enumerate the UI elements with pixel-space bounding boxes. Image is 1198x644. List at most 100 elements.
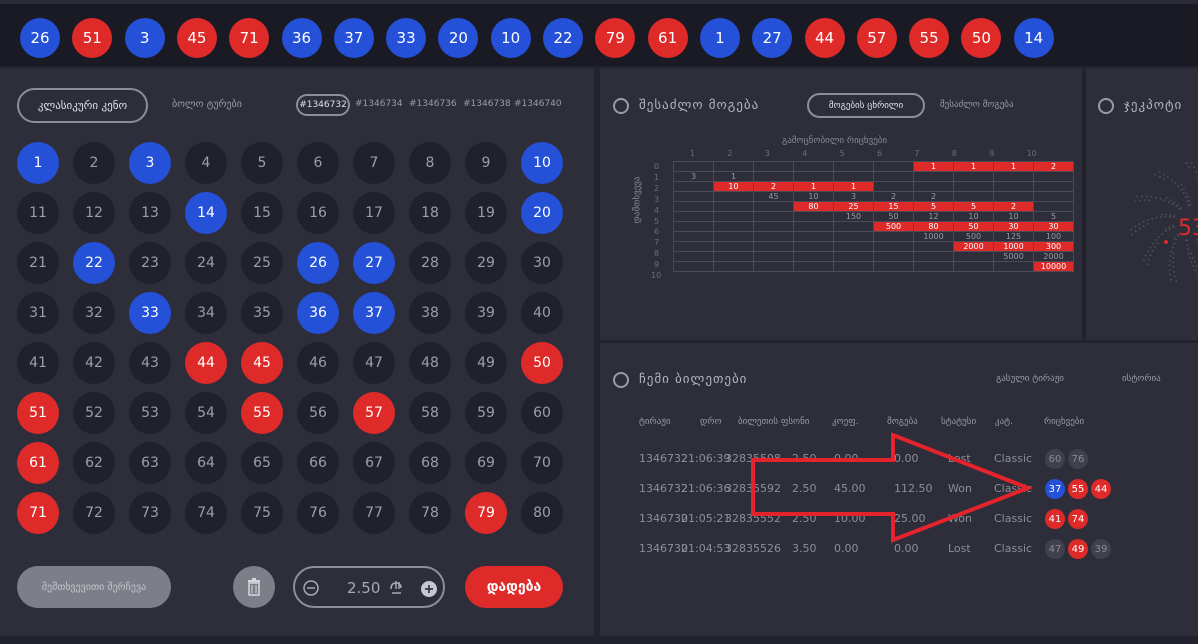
board-number[interactable]: 72	[73, 492, 115, 534]
jackpot-radio[interactable]	[1098, 98, 1114, 114]
board-number[interactable]: 59	[465, 392, 507, 434]
board-number[interactable]: 7	[353, 142, 395, 184]
board-number[interactable]: 76	[297, 492, 339, 534]
board-number[interactable]: 63	[129, 442, 171, 484]
board-number[interactable]: 73	[129, 492, 171, 534]
board-number[interactable]: 5	[241, 142, 283, 184]
board-number[interactable]: 56	[297, 392, 339, 434]
board-number[interactable]: 62	[73, 442, 115, 484]
minus-icon[interactable]	[303, 580, 319, 596]
board-number[interactable]: 11	[17, 192, 59, 234]
board-number[interactable]: 46	[297, 342, 339, 384]
board-number[interactable]: 6	[297, 142, 339, 184]
board-number[interactable]: 47	[353, 342, 395, 384]
board-number[interactable]: 14	[185, 192, 227, 234]
board-number[interactable]: 79	[465, 492, 507, 534]
place-bet-button[interactable]: დადება	[465, 566, 563, 608]
board-number[interactable]: 36	[297, 292, 339, 334]
board-number[interactable]: 57	[353, 392, 395, 434]
board-number[interactable]: 24	[185, 242, 227, 284]
board-number[interactable]: 29	[465, 242, 507, 284]
board-number[interactable]: 15	[241, 192, 283, 234]
board-number[interactable]: 16	[297, 192, 339, 234]
paytable-tab[interactable]: მოგების ცხრილი	[807, 93, 925, 118]
board-number[interactable]: 19	[465, 192, 507, 234]
board-number[interactable]: 49	[465, 342, 507, 384]
board-number[interactable]: 33	[129, 292, 171, 334]
board-number[interactable]: 77	[353, 492, 395, 534]
last-draw-tab[interactable]: გასული ტირაჟი	[996, 374, 1064, 384]
board-number[interactable]: 75	[241, 492, 283, 534]
board-number[interactable]: 54	[185, 392, 227, 434]
board-number[interactable]: 66	[297, 442, 339, 484]
board-number[interactable]: 12	[73, 192, 115, 234]
board-number[interactable]: 51	[17, 392, 59, 434]
board-number[interactable]: 1	[17, 142, 59, 184]
board-number[interactable]: 25	[241, 242, 283, 284]
board-number[interactable]: 80	[521, 492, 563, 534]
plus-icon[interactable]	[421, 581, 437, 597]
board-number[interactable]: 20	[521, 192, 563, 234]
board-number[interactable]: 21	[17, 242, 59, 284]
board-number[interactable]: 52	[73, 392, 115, 434]
history-tab[interactable]: ისტორია	[1122, 374, 1161, 384]
board-number[interactable]: 4	[185, 142, 227, 184]
board-number[interactable]: 26	[297, 242, 339, 284]
board-number[interactable]: 44	[185, 342, 227, 384]
draw-tab[interactable]: #1346736	[409, 99, 457, 109]
board-number[interactable]: 60	[521, 392, 563, 434]
board-number[interactable]: 78	[409, 492, 451, 534]
draw-tab[interactable]: #1346732	[296, 94, 350, 116]
classic-keno-button[interactable]: კლასიკური კენო	[17, 88, 148, 123]
board-number[interactable]: 48	[409, 342, 451, 384]
clear-button[interactable]	[233, 566, 275, 608]
board-number[interactable]: 17	[353, 192, 395, 234]
stake-value[interactable]: 2.50	[347, 579, 380, 597]
draw-tab[interactable]: #1346738	[463, 99, 511, 109]
board-number[interactable]: 58	[409, 392, 451, 434]
paytable-radio[interactable]	[613, 98, 629, 114]
possible-win-tab[interactable]: შესაძლო მოგება	[940, 100, 1014, 110]
board-number[interactable]: 45	[241, 342, 283, 384]
board-number[interactable]: 9	[465, 142, 507, 184]
tickets-radio[interactable]	[613, 372, 629, 388]
board-number[interactable]: 67	[353, 442, 395, 484]
random-select-button[interactable]: შემთხვევითი შერჩევა	[17, 566, 171, 608]
board-number[interactable]: 43	[129, 342, 171, 384]
board-number[interactable]: 32	[73, 292, 115, 334]
board-number[interactable]: 70	[521, 442, 563, 484]
board-number[interactable]: 2	[73, 142, 115, 184]
board-number[interactable]: 34	[185, 292, 227, 334]
board-number[interactable]: 40	[521, 292, 563, 334]
board-number[interactable]: 37	[353, 292, 395, 334]
board-number[interactable]: 68	[409, 442, 451, 484]
board-number[interactable]: 27	[353, 242, 395, 284]
board-number[interactable]: 39	[465, 292, 507, 334]
board-number[interactable]: 8	[409, 142, 451, 184]
board-number[interactable]: 23	[129, 242, 171, 284]
board-number[interactable]: 64	[185, 442, 227, 484]
board-number[interactable]: 55	[241, 392, 283, 434]
board-number[interactable]: 30	[521, 242, 563, 284]
board-number[interactable]: 18	[409, 192, 451, 234]
board-number[interactable]: 42	[73, 342, 115, 384]
board-number[interactable]: 22	[73, 242, 115, 284]
board-number[interactable]: 69	[465, 442, 507, 484]
board-number[interactable]: 71	[17, 492, 59, 534]
board-number[interactable]: 38	[409, 292, 451, 334]
draw-tab[interactable]: #1346734	[355, 99, 403, 109]
board-number[interactable]: 61	[17, 442, 59, 484]
last-draws-tab[interactable]: ბოლო ტურები	[172, 99, 242, 110]
board-number[interactable]: 53	[129, 392, 171, 434]
board-number[interactable]: 41	[17, 342, 59, 384]
draw-tab[interactable]: #1346740	[514, 99, 562, 109]
board-number[interactable]: 13	[129, 192, 171, 234]
stake-stepper[interactable]: 2.50	[293, 566, 445, 608]
board-number[interactable]: 28	[409, 242, 451, 284]
board-number[interactable]: 65	[241, 442, 283, 484]
board-number[interactable]: 74	[185, 492, 227, 534]
board-number[interactable]: 50	[521, 342, 563, 384]
board-number[interactable]: 3	[129, 142, 171, 184]
board-number[interactable]: 10	[521, 142, 563, 184]
board-number[interactable]: 35	[241, 292, 283, 334]
